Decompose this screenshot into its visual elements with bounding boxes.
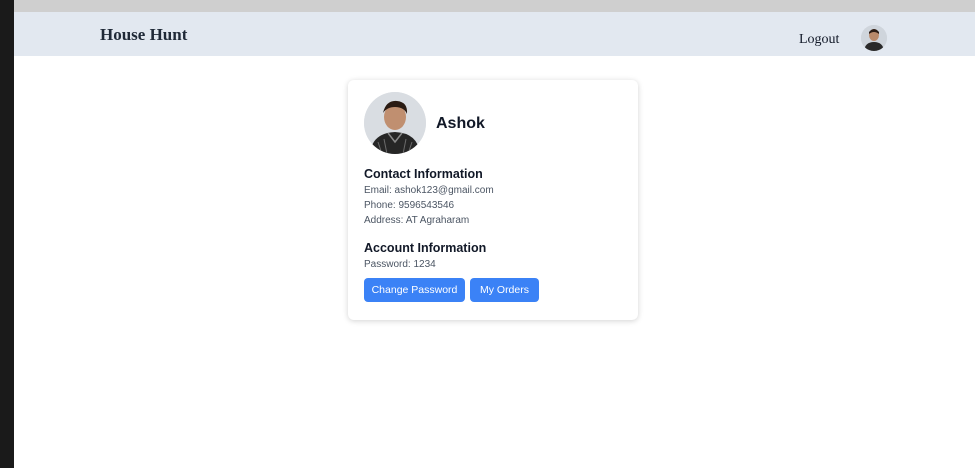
contact-phone: Phone: 9596543546 [364, 200, 455, 211]
screen-frame-top [0, 0, 975, 12]
logout-link[interactable]: Logout [799, 32, 839, 48]
profile-card: Ashok Contact Information Email: ashok12… [348, 80, 638, 320]
my-orders-button[interactable]: My Orders [470, 278, 539, 302]
account-password: Password: 1234 [364, 259, 436, 270]
contact-address: Address: AT Agraharam [364, 215, 470, 226]
profile-photo-icon [364, 92, 426, 154]
navbar: House Hunt Logout [14, 12, 975, 56]
screen-frame-left [0, 0, 14, 468]
brand-logo-text[interactable]: House Hunt [100, 25, 187, 45]
avatar-portrait-icon [861, 25, 887, 51]
profile-name: Ashok [436, 115, 485, 132]
account-information-heading: Account Information [364, 241, 487, 255]
user-avatar-icon[interactable] [861, 25, 887, 51]
contact-email: Email: ashok123@gmail.com [364, 185, 494, 196]
profile-portrait-icon [364, 92, 426, 154]
page-viewport: House Hunt Logout Ashok Contact Informat… [14, 12, 975, 468]
change-password-button[interactable]: Change Password [364, 278, 465, 302]
contact-information-heading: Contact Information [364, 167, 483, 181]
